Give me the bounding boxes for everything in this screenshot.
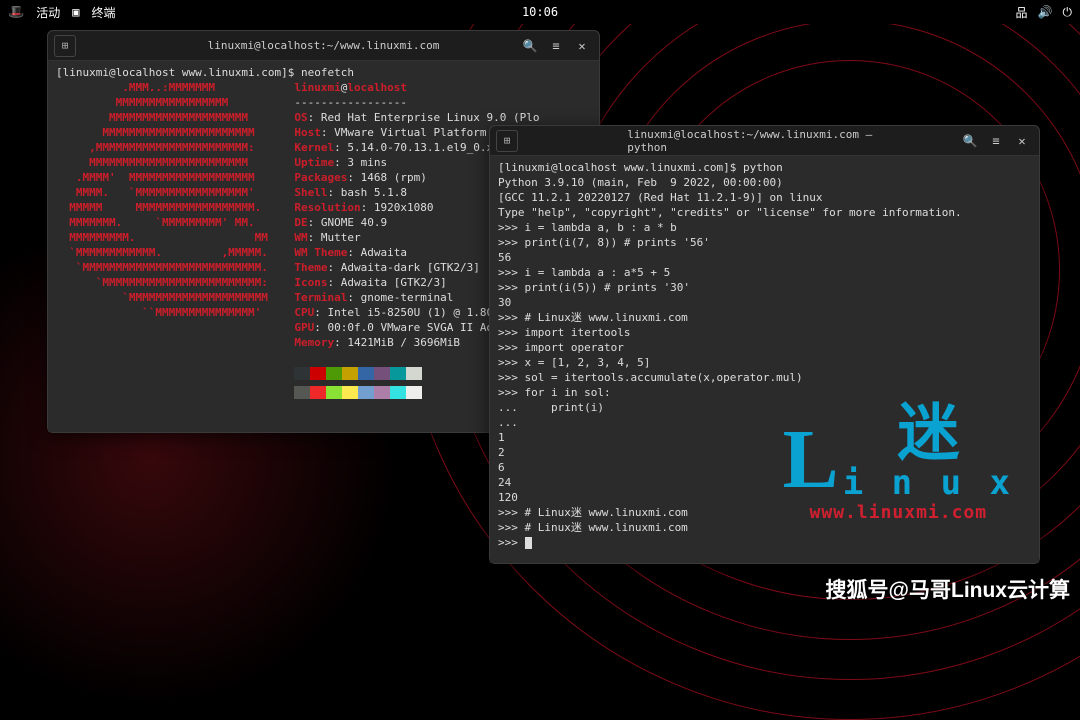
terminal-app-icon: ▣ bbox=[72, 5, 79, 19]
prompt: [linuxmi@localhost www.linuxmi.com]$ bbox=[56, 66, 301, 79]
python-output: [linuxmi@localhost www.linuxmi.com]$ pyt… bbox=[498, 161, 962, 549]
window-title: linuxmi@localhost:~/www.linuxmi.com — py… bbox=[627, 128, 902, 154]
titlebar[interactable]: ⊞ linuxmi@localhost:~/www.linuxmi.com 🔍 … bbox=[48, 31, 599, 61]
redhat-icon: 🎩 bbox=[8, 5, 24, 20]
terminal-app-label[interactable]: 终端 bbox=[91, 4, 115, 21]
search-icon[interactable]: 🔍 bbox=[959, 130, 981, 152]
terminal-window-python[interactable]: ⊞ linuxmi@localhost:~/www.linuxmi.com — … bbox=[489, 125, 1040, 564]
clock[interactable]: 10:06 bbox=[522, 5, 558, 19]
watermark: 搜狐号@马哥Linux云计算 bbox=[826, 574, 1070, 604]
window-title: linuxmi@localhost:~/www.linuxmi.com bbox=[208, 39, 440, 52]
close-icon[interactable]: ✕ bbox=[1011, 130, 1033, 152]
hamburger-menu-icon[interactable]: ≡ bbox=[985, 130, 1007, 152]
terminal-body[interactable]: [linuxmi@localhost www.linuxmi.com]$ pyt… bbox=[490, 156, 1039, 563]
activities-button[interactable]: 活动 bbox=[36, 4, 60, 21]
search-icon[interactable]: 🔍 bbox=[519, 35, 541, 57]
gnome-topbar: 🎩 活动 ▣ 终端 10:06 品 🔊 ⏻ bbox=[0, 0, 1080, 24]
close-icon[interactable]: ✕ bbox=[571, 35, 593, 57]
hamburger-menu-icon[interactable]: ≡ bbox=[545, 35, 567, 57]
volume-icon[interactable]: 🔊 bbox=[1038, 5, 1053, 19]
new-tab-button[interactable]: ⊞ bbox=[54, 35, 76, 57]
new-tab-button[interactable]: ⊞ bbox=[496, 130, 518, 152]
neofetch-output: .MMM..:MMMMMMM linuxmi@localhost MMMMMMM… bbox=[56, 81, 539, 402]
network-icon[interactable]: 品 bbox=[1016, 4, 1028, 21]
command: neofetch bbox=[301, 66, 354, 79]
titlebar[interactable]: ⊞ linuxmi@localhost:~/www.linuxmi.com — … bbox=[490, 126, 1039, 156]
power-icon[interactable]: ⏻ bbox=[1063, 5, 1073, 20]
